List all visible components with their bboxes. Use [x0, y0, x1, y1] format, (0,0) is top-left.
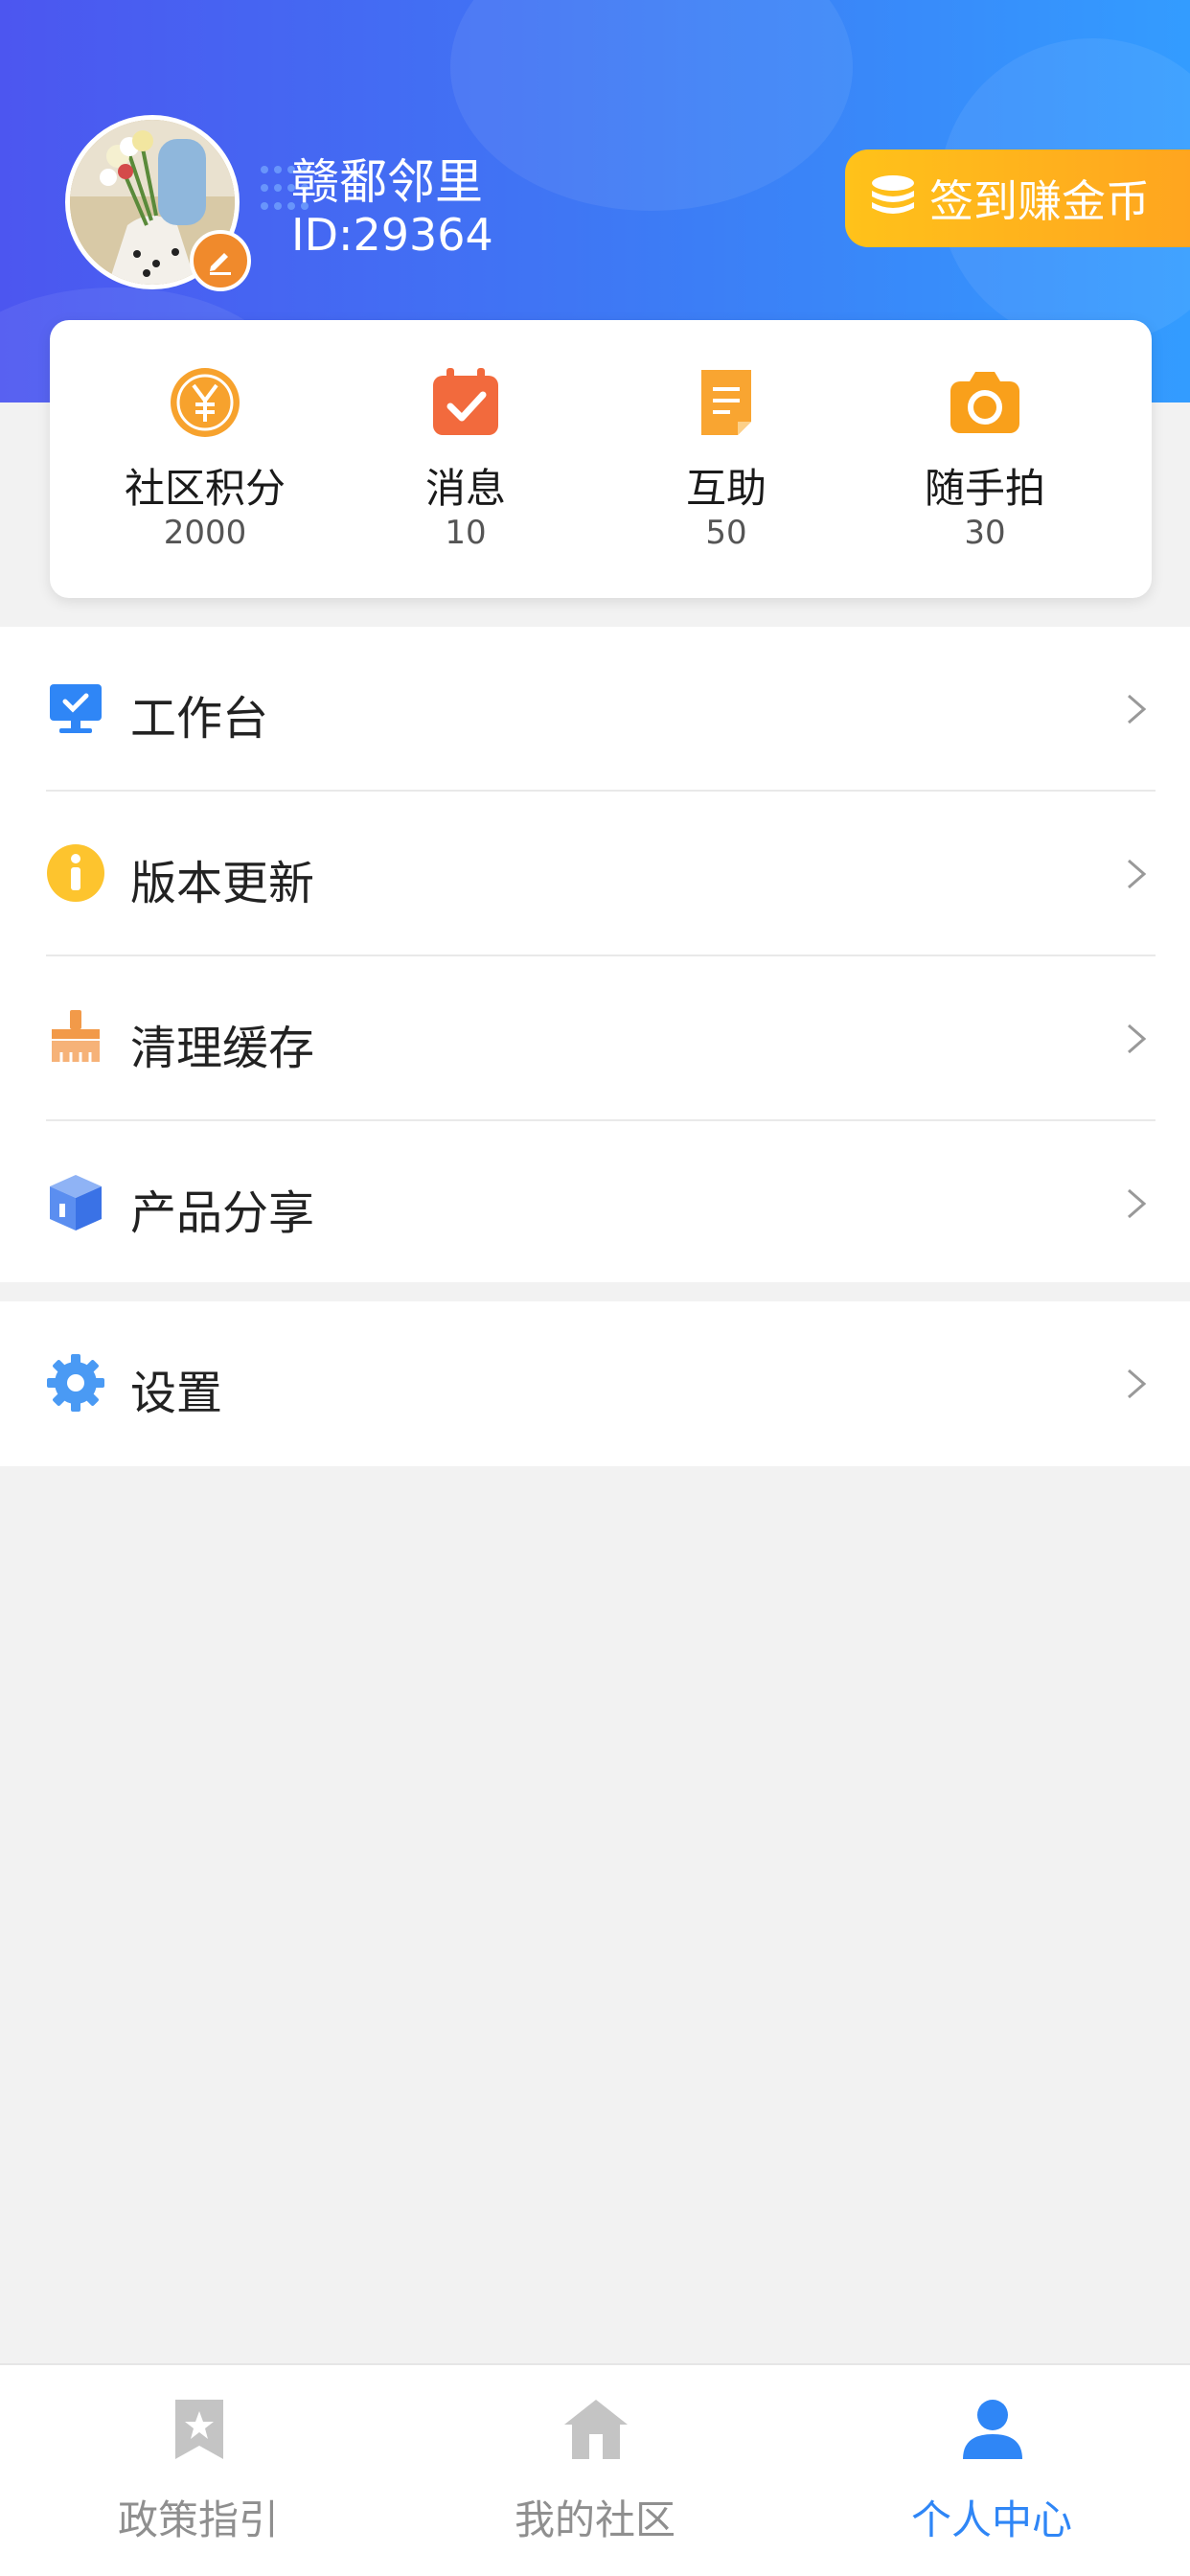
box-icon — [50, 1175, 102, 1230]
menu-item-version-update[interactable]: 版本更新 — [0, 792, 1190, 956]
coins-stack-icon — [872, 175, 914, 214]
menu-item-settings[interactable]: 设置 — [0, 1301, 1190, 1466]
menu-item-label: 版本更新 — [130, 857, 315, 910]
stat-points[interactable]: 社区积分 2000 — [90, 320, 320, 598]
bottom-tab-bar: 政策指引 我的社区 个人中心 — [0, 2363, 1190, 2576]
stat-value: 50 — [705, 514, 747, 552]
menu-list: 工作台 版本更新 清理缓存 产品分享 — [0, 627, 1190, 1282]
menu-item-label: 工作台 — [130, 692, 269, 746]
calendar-check-icon — [433, 368, 498, 435]
checkin-label: 签到赚金币 — [929, 175, 1150, 227]
checkin-button[interactable]: 签到赚金币 — [845, 150, 1190, 247]
edit-pencil-icon — [210, 253, 231, 275]
stat-messages[interactable]: 消息 10 — [351, 320, 581, 598]
gear-icon — [47, 1354, 104, 1412]
monitor-check-icon — [50, 684, 102, 733]
stat-value: 30 — [964, 514, 1006, 552]
tab-my-community[interactable]: 我的社区 — [397, 2365, 793, 2576]
stat-label: 社区积分 — [124, 465, 286, 512]
menu-item-workbench[interactable]: 工作台 — [0, 627, 1190, 792]
chevron-right-icon — [1128, 1024, 1147, 1054]
document-icon — [701, 370, 751, 435]
section-gap — [0, 1282, 1190, 1301]
edit-avatar-button[interactable] — [190, 230, 251, 291]
tab-personal-center[interactable]: 个人中心 — [793, 2365, 1190, 2576]
stats-card: 社区积分 2000 消息 10 互助 50 随手拍 30 — [50, 320, 1152, 598]
chevron-right-icon — [1128, 1188, 1147, 1219]
info-icon — [47, 844, 104, 902]
chevron-right-icon — [1128, 694, 1147, 724]
tab-label: 政策指引 — [117, 2496, 279, 2543]
yuan-coin-icon — [171, 368, 240, 437]
stat-label: 互助 — [685, 465, 767, 512]
stat-label: 随手拍 — [924, 465, 1045, 512]
person-icon — [963, 2400, 1022, 2459]
tab-policy-guide[interactable]: 政策指引 — [0, 2365, 397, 2576]
tab-label: 我的社区 — [514, 2496, 675, 2543]
menu-item-clear-cache[interactable]: 清理缓存 — [0, 956, 1190, 1121]
broom-icon — [52, 1010, 100, 1064]
chevron-right-icon — [1128, 1368, 1147, 1399]
stat-value: 2000 — [163, 514, 247, 552]
stat-value: 10 — [445, 514, 487, 552]
stat-snapshot[interactable]: 随手拍 30 — [870, 320, 1100, 598]
chevron-right-icon — [1128, 859, 1147, 889]
camera-icon — [950, 372, 1019, 433]
user-id: ID:29364 — [291, 209, 493, 261]
menu-item-label: 清理缓存 — [130, 1022, 315, 1075]
menu-item-label: 产品分享 — [130, 1186, 315, 1240]
user-name: 赣鄱邻里 — [291, 154, 483, 210]
house-icon — [564, 2400, 628, 2459]
stat-label: 消息 — [424, 465, 506, 512]
bookmark-star-icon — [175, 2400, 223, 2459]
settings-label: 设置 — [130, 1367, 223, 1420]
menu-item-product-share[interactable]: 产品分享 — [0, 1121, 1190, 1286]
stat-mutual-help[interactable]: 互助 50 — [611, 320, 841, 598]
tab-label: 个人中心 — [910, 2496, 1072, 2543]
